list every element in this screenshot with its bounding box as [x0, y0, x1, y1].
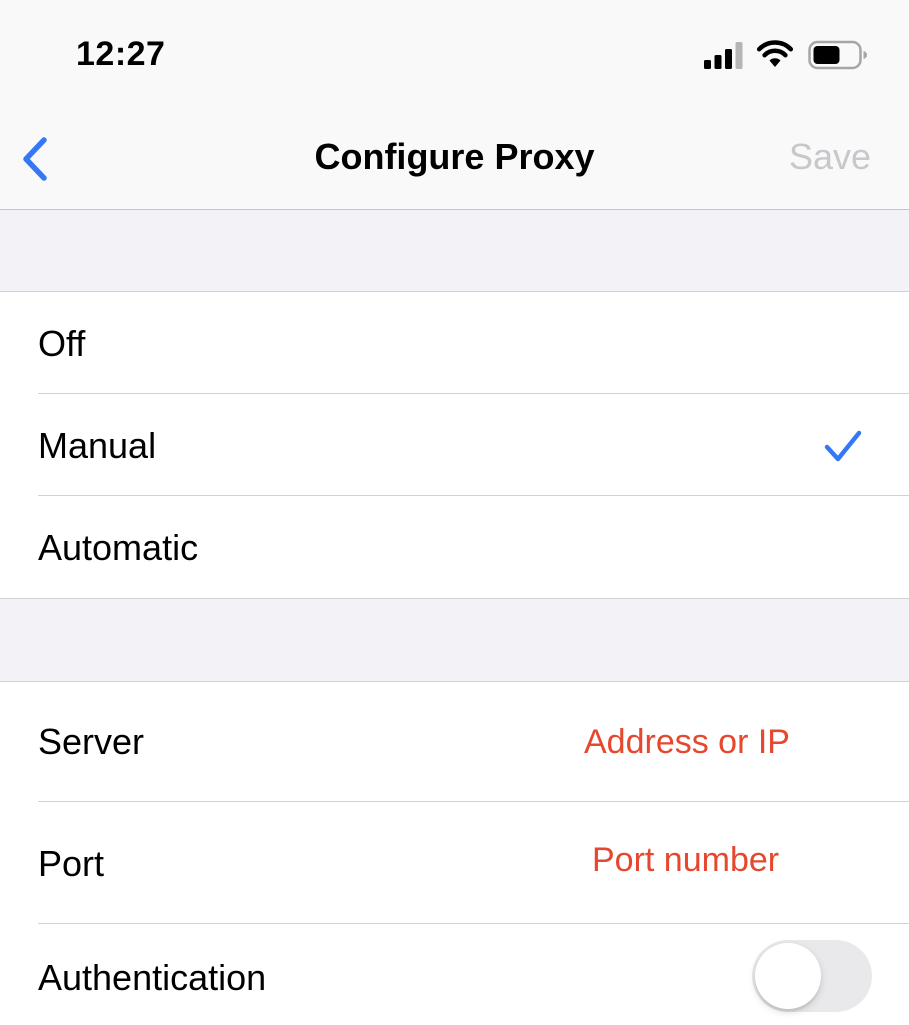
- toggle-knob: [755, 943, 821, 1009]
- port-label: Port: [38, 843, 105, 884]
- status-time: 12:27: [76, 35, 166, 73]
- server-row: Server: [0, 682, 909, 802]
- proxy-option-manual[interactable]: Manual: [0, 394, 909, 496]
- port-input[interactable]: [592, 838, 884, 882]
- option-label: Automatic: [38, 527, 199, 568]
- status-bar: 12:27: [0, 0, 909, 100]
- proxy-option-automatic[interactable]: Automatic: [0, 496, 909, 598]
- proxy-option-off[interactable]: Off: [0, 292, 909, 394]
- port-row: Port: [0, 802, 909, 924]
- option-label: Off: [38, 323, 86, 364]
- server-label: Server: [38, 721, 145, 762]
- checkmark-icon: [824, 430, 862, 462]
- authentication-toggle[interactable]: [752, 940, 872, 1012]
- proxy-fields-group: Server Port Authentication: [0, 681, 909, 1025]
- battery-icon: [808, 40, 867, 70]
- authentication-label: Authentication: [38, 957, 267, 998]
- wifi-icon: [756, 40, 794, 67]
- page-title: Configure Proxy: [314, 136, 595, 177]
- server-input[interactable]: [584, 720, 884, 764]
- save-button[interactable]: Save: [789, 134, 871, 180]
- option-label: Manual: [38, 425, 157, 466]
- navigation-bar: Configure Proxy Save: [0, 100, 909, 210]
- cellular-signal-icon: [704, 42, 743, 69]
- proxy-mode-group: Off Manual Automatic: [0, 291, 909, 599]
- authentication-row: Authentication: [0, 924, 909, 1025]
